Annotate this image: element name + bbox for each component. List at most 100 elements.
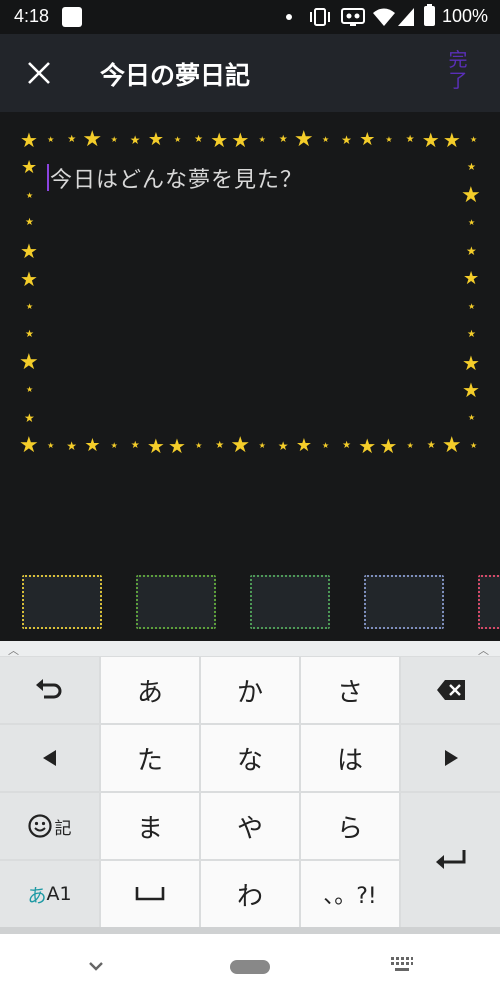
- frame-picker: [0, 567, 500, 641]
- star-icon: ★: [405, 134, 415, 145]
- app-bar: 今日の夢日記 完了: [0, 34, 500, 112]
- star-icon: ★: [470, 135, 478, 144]
- star-icon: ★: [47, 441, 55, 450]
- keyboard-icon[interactable]: [390, 956, 414, 976]
- key-ra[interactable]: ら: [301, 793, 399, 859]
- key-ma[interactable]: ま: [101, 793, 199, 859]
- backspace-key[interactable]: [401, 657, 500, 723]
- star-icon: ★: [47, 135, 55, 144]
- star-icon: ★: [379, 434, 398, 458]
- chevron-up-icon: ︿: [8, 644, 19, 657]
- star-icon: ★: [470, 441, 478, 450]
- enter-icon: [435, 850, 465, 869]
- star-icon: ★: [19, 433, 39, 458]
- key-na[interactable]: な: [201, 725, 299, 791]
- star-icon: ★: [26, 385, 34, 395]
- star-icon: ★: [406, 441, 414, 450]
- star-icon: ★: [466, 244, 477, 259]
- star-icon: ★: [421, 128, 440, 152]
- frame-option[interactable]: [478, 575, 500, 629]
- star-icon: ★: [174, 135, 182, 144]
- emoji-kigou-key[interactable]: 記: [0, 793, 99, 859]
- star-icon: ★: [441, 433, 462, 458]
- key-ta[interactable]: た: [101, 725, 199, 791]
- chevron-up-icon: ︿: [478, 644, 489, 657]
- key-punctuation[interactable]: 、。?!: [301, 861, 399, 927]
- frame-option[interactable]: [250, 575, 330, 629]
- star-icon: ★: [293, 127, 314, 152]
- star-icon: ★: [342, 440, 352, 451]
- input-mode-kana: あ: [27, 884, 47, 907]
- key-ka[interactable]: か: [201, 657, 299, 723]
- input-mode-key[interactable]: あ A1: [0, 861, 99, 927]
- input-mode-alpha: A1: [46, 883, 72, 905]
- key-ha[interactable]: は: [301, 725, 399, 791]
- frame-option[interactable]: [136, 575, 216, 629]
- dot-icon: [286, 14, 292, 20]
- star-icon: ★: [130, 440, 140, 451]
- status-bar: 4:18 100%: [0, 0, 500, 34]
- frame-option[interactable]: [22, 575, 102, 629]
- key-sa[interactable]: さ: [301, 657, 399, 723]
- star-icon: ★: [467, 328, 476, 340]
- star-icon: ★: [19, 349, 39, 375]
- home-pill-icon[interactable]: [230, 960, 270, 974]
- wifi-icon: [373, 8, 395, 26]
- star-icon: ★: [21, 156, 38, 178]
- star-icon: ★: [258, 135, 266, 144]
- close-button[interactable]: [14, 48, 64, 98]
- cursor-left-key[interactable]: [0, 725, 99, 791]
- star-icon: ★: [462, 350, 480, 375]
- key-ya[interactable]: や: [201, 793, 299, 859]
- star-icon: ★: [468, 218, 476, 228]
- star-icon: ★: [210, 128, 229, 152]
- dream-text-placeholder[interactable]: 今日はどんな夢を見た？: [50, 162, 303, 194]
- page-title: 今日の夢日記: [100, 61, 251, 90]
- dream-editor[interactable]: ★ ★ ★ ★ ★ ★ ★ ★ ★ ★ ★ ★ ★ ★ ★ ★ ★ ★ ★ ★ ★ ★ ★ ★ ★ ★ ★ ★ ★ ★ ★ ★ ★ ★ ★ ★ ★ ★ ★ ★…: [0, 112, 500, 567]
- star-icon: ★: [295, 435, 312, 456]
- close-icon: [28, 62, 50, 84]
- star-icon: ★: [215, 440, 225, 451]
- star-icon: ★: [26, 190, 34, 200]
- star-icon: ★: [147, 129, 164, 150]
- star-icon: ★: [463, 268, 480, 290]
- enter-key[interactable]: [401, 793, 500, 927]
- star-icon: ★: [66, 439, 78, 453]
- star-icon: ★: [426, 440, 436, 451]
- key-a[interactable]: あ: [101, 657, 199, 723]
- star-icon: ★: [26, 301, 34, 311]
- frame-option[interactable]: [364, 575, 444, 629]
- star-icon: ★: [146, 434, 165, 458]
- done-button[interactable]: 完了: [440, 50, 476, 100]
- star-icon: ★: [20, 128, 38, 152]
- emoji-key-label: 記: [54, 818, 72, 839]
- star-icon: ★: [67, 134, 77, 145]
- star-icon: ★: [341, 133, 352, 147]
- star-icon: ★: [82, 127, 103, 152]
- star-icon: ★: [168, 434, 186, 458]
- undo-icon: [35, 679, 61, 699]
- star-icon: ★: [24, 411, 35, 426]
- star-icon: ★: [110, 441, 118, 450]
- star-icon: ★: [129, 133, 141, 147]
- star-icon: ★: [195, 441, 203, 450]
- keyboard-handle[interactable]: ︿ ︿: [0, 641, 500, 657]
- cursor-right-key[interactable]: [401, 725, 500, 791]
- star-icon: ★: [467, 161, 476, 173]
- star-icon: ★: [20, 267, 38, 292]
- star-icon: ★: [278, 134, 288, 145]
- star-icon: ★: [359, 129, 376, 150]
- emoji-icon: [27, 814, 52, 838]
- star-icon: ★: [258, 441, 266, 450]
- star-icon: ★: [358, 434, 377, 458]
- battery-percent: 100%: [442, 6, 489, 26]
- key-wa[interactable]: わ: [201, 861, 299, 927]
- back-chevron-icon[interactable]: [84, 954, 108, 978]
- undo-key[interactable]: [0, 657, 99, 723]
- text-caret: [47, 164, 49, 191]
- star-icon: ★: [322, 135, 330, 144]
- star-icon: ★: [110, 135, 118, 144]
- vibrate-icon: [310, 8, 330, 26]
- cast-icon: [341, 8, 365, 26]
- space-key[interactable]: [101, 861, 199, 927]
